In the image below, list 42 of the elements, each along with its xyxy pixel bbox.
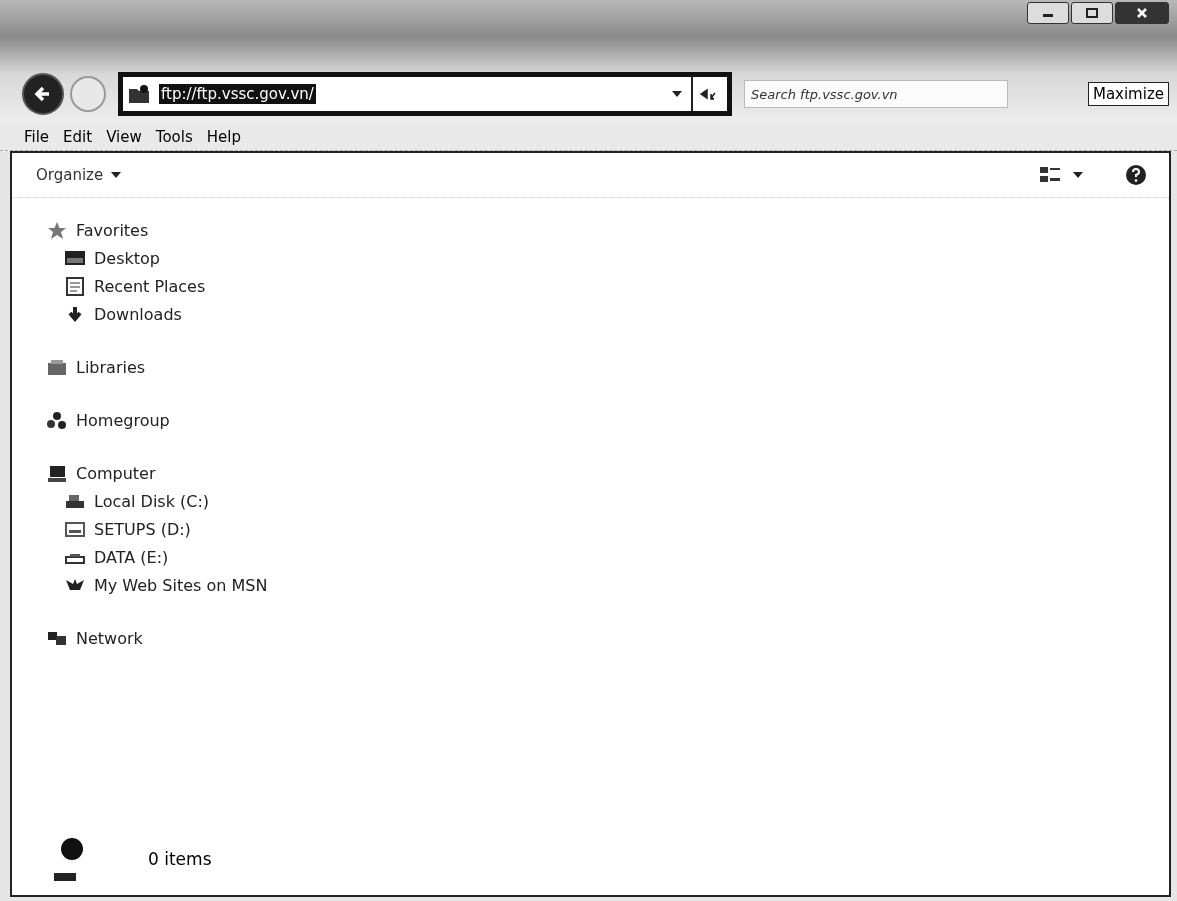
- nav-item[interactable]: DATA (E:): [46, 547, 268, 567]
- maximize-button[interactable]: [1071, 2, 1113, 24]
- star-icon: [46, 220, 68, 240]
- desktop-icon: [64, 248, 86, 268]
- menu-item[interactable]: File: [24, 128, 50, 146]
- recent-places-icon: [64, 276, 86, 296]
- help-icon[interactable]: [1125, 164, 1147, 186]
- organize-button[interactable]: Organize: [36, 166, 122, 184]
- minimize-button[interactable]: [1027, 2, 1069, 24]
- item-count: 0 items: [148, 849, 212, 869]
- close-button[interactable]: [1115, 2, 1169, 24]
- nav-item[interactable]: Local Disk (C:): [46, 491, 268, 511]
- address-text: ftp://ftp.vssc.gov.vn/: [159, 84, 316, 104]
- nav-item[interactable]: Favorites: [46, 220, 268, 240]
- nav-item[interactable]: Libraries: [46, 357, 268, 377]
- drive-icon: [64, 519, 86, 539]
- nav-item[interactable]: Downloads: [46, 304, 268, 324]
- ftp-folder-icon: [127, 83, 151, 105]
- views-button[interactable]: [1039, 165, 1083, 185]
- menu-item[interactable]: Edit: [63, 128, 93, 146]
- back-button[interactable]: [22, 73, 64, 115]
- maximize-icon: [1085, 8, 1099, 18]
- nav-item[interactable]: Computer: [46, 463, 268, 483]
- nav-item[interactable]: Homegroup: [46, 410, 268, 430]
- nav-item[interactable]: Recent Places: [46, 276, 268, 296]
- view-list-icon: [1039, 165, 1061, 185]
- menu-item[interactable]: View: [106, 128, 142, 146]
- menu-item[interactable]: Tools: [155, 128, 193, 146]
- close-icon: [1135, 8, 1149, 18]
- dropdown-arrow-icon[interactable]: [671, 89, 683, 99]
- nav-item[interactable]: SETUPS (D:): [46, 519, 268, 539]
- nav-item[interactable]: My Web Sites on MSN: [46, 575, 268, 595]
- caret-icon: [111, 171, 122, 179]
- caret-icon: [1073, 171, 1083, 179]
- tooltip: Maximize: [1087, 82, 1169, 106]
- menu-item[interactable]: Help: [206, 128, 241, 146]
- library-icon: [46, 357, 68, 377]
- address-bar[interactable]: ftp://ftp.vssc.gov.vn/: [118, 72, 732, 116]
- search-field[interactable]: Search ftp.vssc.gov.vn: [744, 80, 1008, 108]
- homegroup-icon: [46, 410, 68, 430]
- nav-item[interactable]: Network: [46, 628, 268, 648]
- nav-item[interactable]: Desktop: [46, 248, 268, 268]
